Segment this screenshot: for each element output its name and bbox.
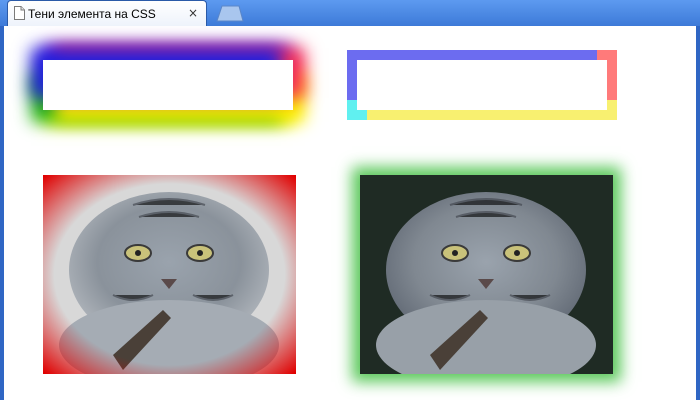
browser-window: Тени элемента на CSS ×	[0, 0, 700, 400]
shadow-box-hard-bottom-edge	[375, 110, 589, 120]
document-icon	[14, 6, 25, 20]
cat-photo-red-shadow	[43, 175, 296, 374]
new-tab-icon[interactable]	[212, 5, 244, 22]
shadow-box-blurred	[43, 60, 293, 110]
window-border-right	[696, 26, 700, 400]
tab-active[interactable]: Тени элемента на CSS ×	[7, 0, 207, 26]
page-content	[4, 26, 696, 400]
shadow-box-hard-top-edge	[371, 50, 589, 60]
close-icon[interactable]: ×	[187, 6, 199, 20]
cat-photo-green-shadow	[360, 175, 613, 390]
tab-strip: Тени элемента на CSS ×	[0, 0, 700, 26]
tab-title: Тени элемента на CSS	[28, 6, 156, 21]
shadow-box-hard	[357, 60, 607, 110]
